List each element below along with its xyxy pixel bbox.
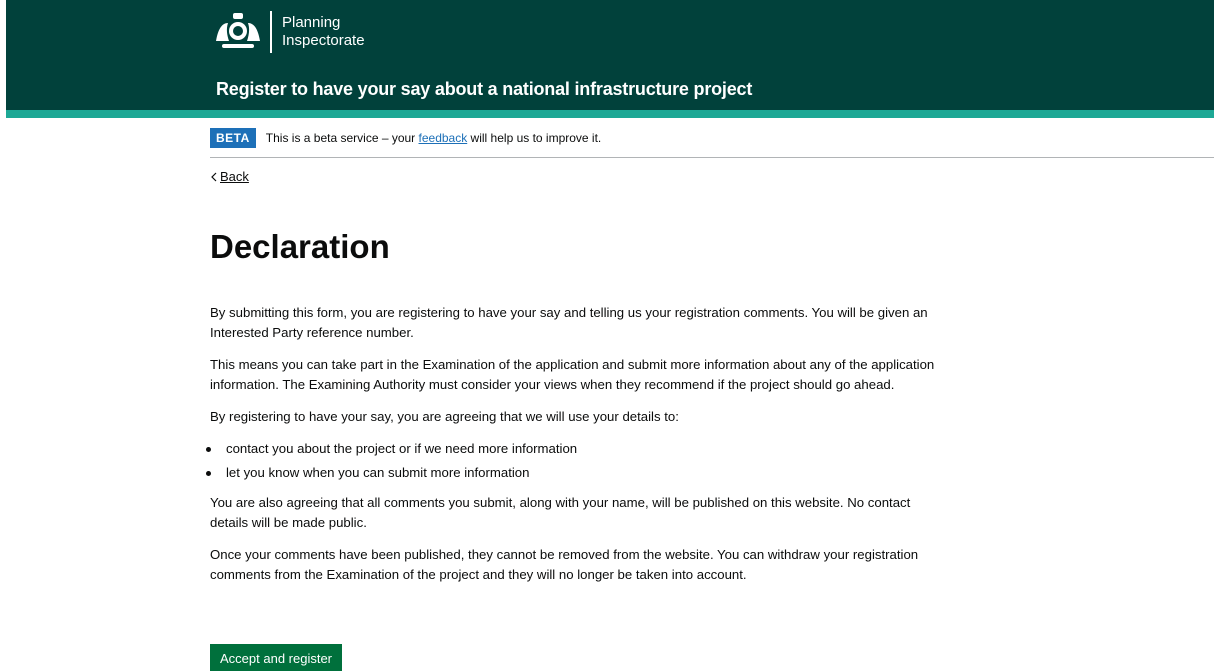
beta-text-before: This is a beta service – your	[265, 131, 419, 145]
paragraph-publication: You are also agreeing that all comments …	[210, 495, 911, 530]
declaration-content: By submitting this form, you are registe…	[206, 303, 950, 597]
logo-text: Planning Inspectorate	[282, 14, 365, 50]
logo-line-1: Planning	[282, 14, 341, 31]
accept-and-register-button[interactable]: Accept and register	[210, 644, 343, 671]
beta-text-after: will help us to improve it.	[467, 131, 602, 145]
back-link[interactable]: Back	[210, 169, 249, 184]
details-usage-list: contact you about the project or if we n…	[206, 439, 950, 483]
beta-tag: BETA	[210, 128, 256, 148]
paragraph-withdrawal: Once your comments have been published, …	[210, 547, 919, 582]
page-title: Declaration	[210, 228, 390, 265]
list-item: contact you about the project or if we n…	[206, 439, 950, 459]
site-header: Planning Inspectorate Register to have y…	[6, 0, 1214, 118]
service-name-link[interactable]: Register to have your say about a nation…	[216, 79, 752, 100]
royal-crest-icon	[216, 13, 260, 48]
logo-line-2: Inspectorate	[282, 32, 365, 49]
feedback-link[interactable]: feedback	[419, 131, 468, 145]
planning-inspectorate-logo[interactable]: Planning Inspectorate	[212, 8, 365, 56]
paragraph-examination: This means you can take part in the Exam…	[210, 357, 935, 392]
logo-divider	[270, 11, 272, 53]
beta-banner: BETA This is a beta service – your feedb…	[210, 128, 1214, 158]
back-link-label: Back	[220, 169, 249, 184]
header-accent-bar	[6, 110, 1214, 118]
chevron-left-icon	[211, 172, 217, 181]
beta-text: This is a beta service – your feedback w…	[266, 128, 602, 148]
list-item: let you know when you can submit more in…	[206, 463, 950, 483]
paragraph-intro: By submitting this form, you are registe…	[210, 305, 928, 340]
page: Planning Inspectorate Register to have y…	[0, 0, 1214, 671]
paragraph-agreement: By registering to have your say, you are…	[210, 409, 679, 424]
